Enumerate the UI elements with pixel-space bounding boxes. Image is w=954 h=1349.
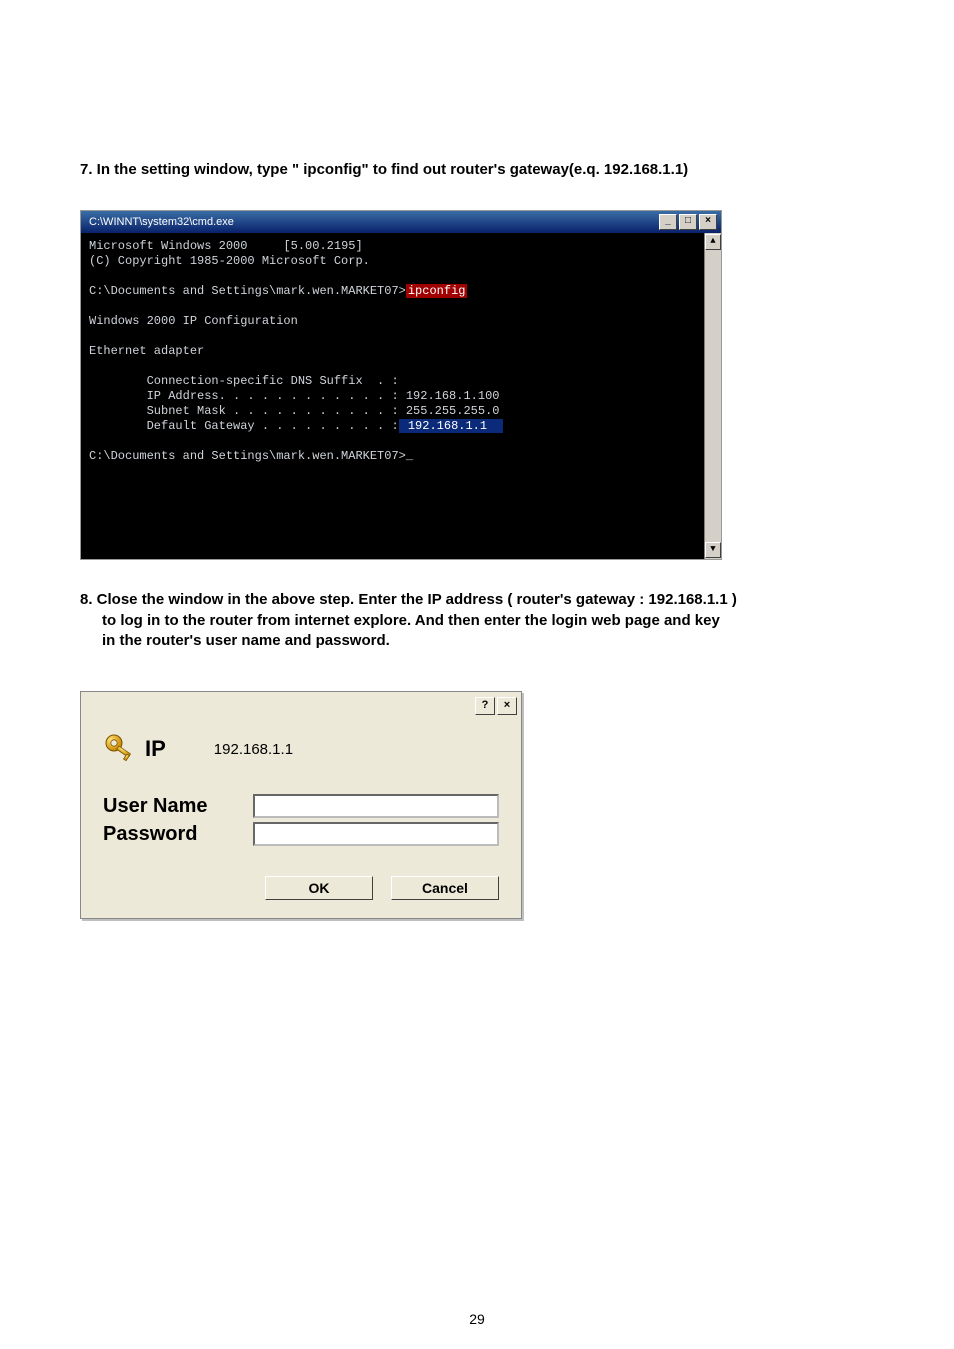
key-icon bbox=[103, 732, 137, 766]
help-button[interactable]: ? bbox=[475, 697, 495, 715]
step-8-line3: in the router's user name and password. bbox=[102, 631, 874, 651]
close-button[interactable]: × bbox=[699, 214, 717, 230]
step-8-line1: 8. Close the window in the above step. E… bbox=[80, 591, 737, 608]
cmd-body: Microsoft Windows 2000 [5.00.2195] (C) C… bbox=[81, 233, 721, 559]
ip-label: IP bbox=[145, 736, 166, 762]
cmd-line: (C) Copyright 1985-2000 Microsoft Corp. bbox=[89, 254, 370, 268]
step-7-text: 7. In the setting window, type " ipconfi… bbox=[80, 160, 874, 180]
cmd-prompt: C:\Documents and Settings\mark.wen.MARKE… bbox=[89, 449, 406, 463]
password-label: Password bbox=[103, 823, 253, 846]
cmd-line: [5.00.2195] bbox=[283, 239, 362, 253]
dialog-body: IP 192.168.1.1 User Name Password bbox=[81, 718, 521, 858]
step-8-text: 8. Close the window in the above step. E… bbox=[80, 590, 874, 651]
cmd-window-controls: _ □ × bbox=[659, 214, 717, 230]
maximize-button[interactable]: □ bbox=[679, 214, 697, 230]
cmd-prompt: C:\Documents and Settings\mark.wen.MARKE… bbox=[89, 284, 406, 298]
scroll-down-icon[interactable]: ▼ bbox=[705, 542, 721, 558]
scroll-up-icon[interactable]: ▲ bbox=[705, 234, 721, 250]
step-8-line2: to log in to the router from internet ex… bbox=[102, 611, 874, 631]
ok-button[interactable]: OK bbox=[265, 876, 373, 900]
cmd-titlebar: C:\WINNT\system32\cmd.exe _ □ × bbox=[81, 211, 721, 233]
cmd-title: C:\WINNT\system32\cmd.exe bbox=[85, 216, 234, 228]
dialog-buttons: OK Cancel bbox=[81, 858, 521, 904]
cmd-line: Ethernet adapter bbox=[89, 344, 204, 358]
cmd-line: Default Gateway . . . . . . . . . : bbox=[89, 419, 399, 433]
cmd-ipconfig-highlight: ipconfig bbox=[406, 284, 468, 298]
cmd-line: Connection-specific DNS Suffix . : bbox=[89, 374, 399, 388]
cmd-line: IP Address. . . . . . . . . . . . : 192.… bbox=[89, 389, 499, 403]
cmd-window: C:\WINNT\system32\cmd.exe _ □ × Microsof… bbox=[80, 210, 722, 560]
username-input[interactable] bbox=[253, 794, 499, 818]
username-label: User Name bbox=[103, 795, 253, 818]
scrollbar[interactable]: ▲ ▼ bbox=[704, 233, 721, 559]
cmd-cursor: _ bbox=[406, 449, 413, 463]
cmd-line: Subnet Mask . . . . . . . . . . . : 255.… bbox=[89, 404, 499, 418]
password-input[interactable] bbox=[253, 822, 499, 846]
cmd-line: Microsoft Windows 2000 bbox=[89, 239, 247, 253]
cancel-button[interactable]: Cancel bbox=[391, 876, 499, 900]
minimize-button[interactable]: _ bbox=[659, 214, 677, 230]
ip-address-value: 192.168.1.1 bbox=[214, 741, 293, 758]
password-row: Password bbox=[103, 822, 499, 846]
page-number: 29 bbox=[0, 1311, 954, 1327]
login-dialog: ? × bbox=[80, 691, 522, 919]
dialog-titlebar: ? × bbox=[81, 692, 521, 718]
cmd-gateway-highlight: 192.168.1.1 bbox=[399, 419, 504, 433]
cmd-line: Windows 2000 IP Configuration bbox=[89, 314, 298, 328]
username-row: User Name bbox=[103, 794, 499, 818]
close-button[interactable]: × bbox=[497, 697, 517, 715]
ip-row: IP 192.168.1.1 bbox=[103, 732, 499, 766]
